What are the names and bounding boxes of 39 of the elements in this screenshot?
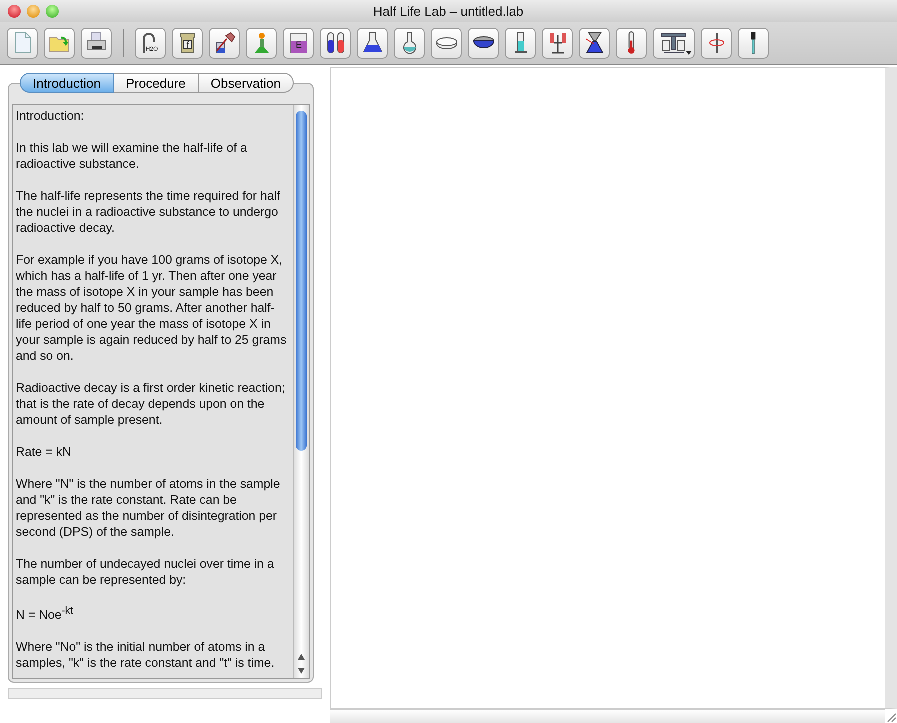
paragraph: In this lab we will examine the half-life of a radioactive substance.	[16, 140, 248, 172]
tab[interactable]: Introduction	[20, 73, 114, 93]
paragraph: Introduction:	[16, 108, 86, 124]
toolbar-button[interactable]	[579, 28, 610, 58]
paragraph: The number of undecayed nuclei over time in a sample can be represented by:	[16, 556, 276, 588]
window-title: Half Life Lab – untitled.lab	[372, 4, 525, 18]
toolbar-button[interactable]	[701, 28, 732, 58]
paragraph: For example if you have 100 grams of isotope X, which has a half-life of 1 yr. Then after one year the mass of isotope X in your sample has been reduced by half to 50 grams. After another half-life period of one year the mass of isotope X in your sample is again reduced by half to 25 grams and so on.	[16, 252, 288, 364]
tab[interactable]: Observation	[198, 73, 294, 93]
thermometer-icon	[627, 31, 636, 55]
toolbar-button[interactable]	[394, 28, 425, 58]
flask-icon	[360, 31, 384, 55]
paragraph: Rate = kN	[16, 444, 72, 460]
paragraph: N = Noe$^{-kt}$	[16, 605, 74, 624]
vertical-scrollbar[interactable]	[293, 105, 309, 678]
close-button[interactable]	[8, 4, 21, 18]
toolbar-button[interactable]	[738, 28, 769, 58]
resize-grip-icon[interactable]	[885, 711, 897, 723]
scroll-up-icon[interactable]	[297, 653, 306, 661]
paragraph: The half-life represents the time required for half the nuclei in a radioactive substance to undergo radioactive decay.	[16, 188, 282, 236]
horizontal-scrollbar[interactable]	[330, 709, 885, 723]
toolbar-button[interactable]	[320, 28, 351, 58]
stirrer-icon	[708, 31, 724, 55]
paragraph: Radioactive decay is a first order kinetic reaction; that is the rate of decay depends upon on the amount of sample present.	[16, 380, 286, 428]
toolbar-button[interactable]	[209, 28, 240, 58]
toolbar-button[interactable]	[357, 28, 388, 58]
tab[interactable]: Procedure	[114, 73, 199, 93]
scroll-thumb[interactable]	[296, 111, 307, 451]
dropper-icon	[750, 31, 757, 55]
paragraph: Where "N" is the number of atoms in the sample and "k" is the rate constant. Rate can be represented as the number of disintegration per second (DPS) of the sample.	[16, 476, 282, 540]
toolbar-button[interactable]	[542, 28, 573, 58]
toolbar-button[interactable]	[653, 28, 695, 58]
toolbar-button[interactable]	[431, 28, 462, 58]
toolbar-button[interactable]	[81, 28, 112, 58]
cylinder-icon	[514, 31, 528, 55]
scroll-down-icon[interactable]	[297, 667, 306, 675]
toolbar-button[interactable]	[505, 28, 536, 58]
toolbar-button[interactable]	[468, 28, 499, 58]
paragraph: Where "No" is the initial number of atoms in a samples, "k" is the rate constant and "t" is time.	[16, 639, 276, 672]
